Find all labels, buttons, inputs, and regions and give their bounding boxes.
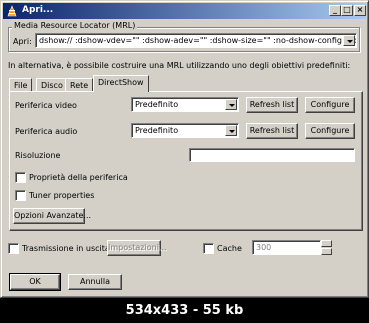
audio-refresh-button[interactable]: Refresh list (246, 123, 298, 139)
mrl-combo[interactable]: dshow:// :dshow-vdev="" :dshow-adev="" :… (35, 33, 357, 48)
video-configure-button[interactable]: Configure (305, 97, 355, 113)
audio-configure-button[interactable]: Configure (305, 123, 355, 139)
ok-button[interactable]: OK (9, 273, 61, 291)
window-title: Apri... (22, 5, 54, 15)
tab-disco[interactable]: Disco (36, 78, 68, 92)
cache-spin-down[interactable] (321, 248, 332, 255)
open-dialog: Apri... _ □ × Media Resource Locator (MR… (0, 0, 369, 298)
settings-button[interactable]: Impostazioni... (107, 240, 167, 256)
video-device-value: Predefinito (135, 100, 179, 109)
resolution-input[interactable] (189, 148, 355, 162)
cache-checkbox[interactable] (203, 243, 214, 254)
open-label: Apri: (13, 37, 32, 46)
resolution-label: Risoluzione (15, 151, 61, 160)
close-button[interactable]: × (354, 5, 366, 16)
chevron-down-icon[interactable] (225, 99, 237, 110)
title-bar[interactable]: Apri... _ □ × (3, 3, 366, 19)
cache-spin-up[interactable] (321, 240, 332, 247)
stream-output-checkbox[interactable] (8, 243, 19, 254)
stream-output-label: Trasmissione in uscita (22, 244, 110, 253)
tab-file[interactable]: File (9, 78, 33, 92)
minimize-button[interactable]: _ (329, 5, 341, 16)
video-refresh-button[interactable]: Refresh list (246, 97, 298, 113)
video-device-label: Periferica video (15, 101, 77, 110)
hint-text: In alternativa, è possibile costruire un… (8, 61, 351, 70)
image-info-text: 534x433 - 55 kb (125, 303, 244, 318)
tuner-properties-checkbox[interactable] (15, 190, 26, 201)
audio-device-label: Periferica audio (15, 127, 78, 136)
device-properties-label: Proprietà della periferica (29, 173, 128, 182)
tab-rete[interactable]: Rete (65, 78, 94, 92)
cancel-button[interactable]: Annulla (68, 274, 122, 290)
image-info-bar: 534x433 - 55 kb (0, 298, 369, 323)
mrl-value: dshow:// :dshow-vdev="" :dshow-adev="" :… (39, 36, 356, 45)
cache-input[interactable]: 300 (252, 240, 321, 255)
audio-device-value: Predefinito (135, 126, 179, 135)
chevron-down-icon[interactable] (343, 35, 355, 46)
maximize-button[interactable]: □ (341, 5, 353, 16)
device-properties-checkbox[interactable] (15, 172, 26, 183)
advanced-options-button[interactable]: Opzioni Avanzate... (13, 208, 91, 224)
tab-directshow[interactable]: DirectShow (93, 75, 149, 92)
chevron-down-icon[interactable] (225, 125, 237, 136)
tuner-properties-label: Tuner properties (29, 191, 95, 200)
cache-label: Cache (217, 244, 242, 253)
video-device-combo[interactable]: Predefinito (131, 97, 239, 112)
audio-device-combo[interactable]: Predefinito (131, 123, 239, 138)
mrl-group-label: Media Resource Locator (MRL) (12, 21, 138, 30)
vlc-cone-icon (7, 5, 17, 17)
